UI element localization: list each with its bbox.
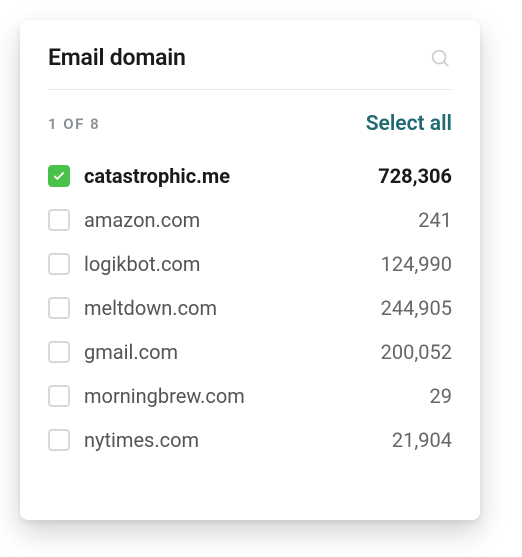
selection-count-label: 1 OF 8 xyxy=(48,115,100,133)
email-domain-panel: Email domain 1 OF 8 Select all catastrop… xyxy=(20,20,480,520)
checkbox[interactable] xyxy=(48,165,70,187)
domain-count: 124,990 xyxy=(381,252,452,276)
domain-label: morningbrew.com xyxy=(84,384,430,408)
domain-list: catastrophic.me728,306amazon.com241logik… xyxy=(48,154,452,462)
domain-count: 728,306 xyxy=(378,164,452,188)
domain-label: logikbot.com xyxy=(84,252,381,276)
checkbox[interactable] xyxy=(48,209,70,231)
list-item[interactable]: morningbrew.com29 xyxy=(48,374,452,418)
search-icon[interactable] xyxy=(428,46,452,70)
checkbox[interactable] xyxy=(48,385,70,407)
list-item[interactable]: meltdown.com244,905 xyxy=(48,286,452,330)
domain-label: gmail.com xyxy=(84,340,381,364)
select-all-button[interactable]: Select all xyxy=(366,112,452,136)
list-item[interactable]: amazon.com241 xyxy=(48,198,452,242)
domain-count: 241 xyxy=(418,208,452,232)
domain-label: catastrophic.me xyxy=(84,164,378,188)
checkbox[interactable] xyxy=(48,253,70,275)
list-item[interactable]: catastrophic.me728,306 xyxy=(48,154,452,198)
domain-label: nytimes.com xyxy=(84,428,392,452)
checkbox[interactable] xyxy=(48,297,70,319)
checkbox[interactable] xyxy=(48,341,70,363)
domain-label: amazon.com xyxy=(84,208,418,232)
domain-label: meltdown.com xyxy=(84,296,381,320)
domain-count: 29 xyxy=(430,384,452,408)
domain-count: 200,052 xyxy=(381,340,452,364)
domain-count: 21,904 xyxy=(392,428,452,452)
list-item[interactable]: gmail.com200,052 xyxy=(48,330,452,374)
panel-title: Email domain xyxy=(48,44,186,71)
checkbox[interactable] xyxy=(48,429,70,451)
panel-header: Email domain xyxy=(48,44,452,90)
list-item[interactable]: nytimes.com21,904 xyxy=(48,418,452,462)
domain-count: 244,905 xyxy=(381,296,452,320)
panel-meta-row: 1 OF 8 Select all xyxy=(48,90,452,154)
list-item[interactable]: logikbot.com124,990 xyxy=(48,242,452,286)
